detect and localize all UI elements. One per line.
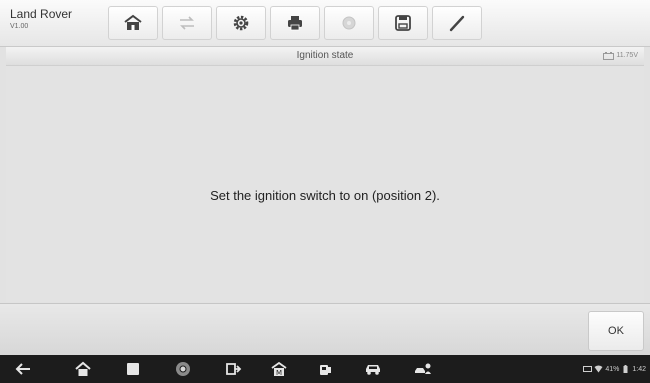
- gear-icon: [233, 15, 249, 31]
- car-icon: [366, 365, 380, 375]
- print-button[interactable]: [270, 6, 320, 40]
- save-icon: [395, 15, 411, 31]
- top-toolbar: Land Rover V1.00: [0, 0, 650, 47]
- action-bar: OK: [0, 303, 650, 356]
- function-header: Ignition state 11.75V: [6, 47, 644, 66]
- maxisys-home-icon: M: [271, 361, 287, 377]
- message-panel: Set the ignition switch to on (position …: [6, 66, 644, 302]
- vehicle-name: Land Rover: [10, 7, 73, 21]
- svg-text:M: M: [276, 369, 282, 377]
- home-icon: [75, 361, 91, 376]
- android-navigation-bar: M 41% 1:42: [0, 355, 650, 383]
- android-home-button[interactable]: [72, 359, 94, 379]
- help-button[interactable]: [324, 6, 374, 40]
- car-battery-icon: [603, 52, 615, 60]
- home-button[interactable]: [108, 6, 158, 40]
- settings-button[interactable]: [216, 6, 266, 40]
- edit-button[interactable]: [432, 6, 482, 40]
- help-icon: [342, 16, 356, 30]
- vehicle-info: Land Rover V1.00: [10, 7, 102, 32]
- battery-voltage: 11.75V: [616, 52, 638, 59]
- tool-buttons: [108, 6, 486, 40]
- pen-icon: [449, 15, 465, 32]
- back-button[interactable]: [12, 359, 34, 379]
- battery-percent: 41%: [605, 365, 620, 373]
- maxisys-home-button[interactable]: M: [268, 359, 290, 379]
- ok-button[interactable]: OK: [588, 311, 644, 351]
- page-title: Ignition state: [296, 50, 354, 61]
- status-bar: 41% 1:42: [583, 355, 646, 383]
- vehicle-swap-button[interactable]: [162, 6, 212, 40]
- vci-connect-button[interactable]: [222, 359, 244, 379]
- car-button[interactable]: [362, 359, 384, 379]
- instruction-message: Set the ignition switch to on (position …: [210, 188, 440, 203]
- printer-icon: [288, 16, 302, 31]
- battery-voltage-indicator: 11.75V: [603, 47, 638, 65]
- car-service-icon: [320, 365, 331, 375]
- remote-service-button[interactable]: [412, 359, 434, 379]
- recent-apps-button[interactable]: [122, 359, 144, 379]
- battery-icon: [623, 365, 628, 373]
- remote-service-icon: [415, 363, 431, 374]
- back-icon: [15, 363, 30, 375]
- vci-connect-icon: [226, 363, 242, 375]
- wifi-icon: [594, 365, 603, 373]
- home-icon: [124, 14, 142, 30]
- recent-apps-icon: [127, 363, 139, 375]
- save-button[interactable]: [378, 6, 428, 40]
- chrome-button[interactable]: [172, 359, 194, 379]
- car-service-button[interactable]: [315, 359, 337, 379]
- vehicle-swap-icon: [180, 16, 194, 30]
- keyboard-icon: [583, 366, 593, 372]
- clock: 1:42: [632, 365, 646, 373]
- chrome-icon: [176, 362, 190, 376]
- software-version: V1.00: [10, 23, 29, 30]
